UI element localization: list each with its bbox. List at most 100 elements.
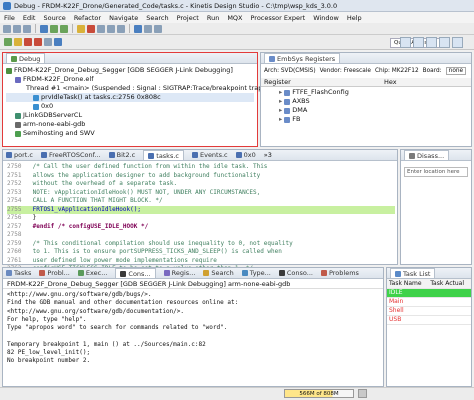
bottom-tab[interactable]: Tasks [6, 269, 31, 277]
bottom-tab[interactable]: Type... [241, 269, 271, 277]
view-icon [6, 270, 12, 276]
resume-icon[interactable] [77, 24, 85, 33]
menu-file[interactable]: File [4, 14, 15, 22]
board-select[interactable]: none [445, 67, 467, 75]
skip-breakpoints-icon[interactable] [4, 38, 12, 46]
disassembly-view: Disass... Enter location here [400, 149, 472, 265]
debug-tree-item[interactable]: 0x0 [6, 102, 254, 111]
launch-icon [6, 67, 12, 74]
expand-icon[interactable]: ▸ [279, 97, 282, 106]
disconnect-icon[interactable] [44, 38, 52, 46]
bottom-tab[interactable]: Search [203, 269, 234, 277]
perspective-pe-icon[interactable] [426, 37, 437, 48]
c-file-icon [148, 152, 155, 159]
editor-tab[interactable]: FreeRTOSConf... [40, 151, 101, 159]
perspective-java-icon[interactable] [439, 37, 450, 48]
terminate-icon[interactable] [87, 24, 95, 33]
tab-task-list[interactable]: Task List [390, 268, 436, 278]
console-output[interactable]: <http://www.gnu.org/software/gdb/bugs/>.… [3, 289, 383, 368]
memory-indicator[interactable]: 566M of 808M [284, 389, 354, 398]
col-register[interactable]: Register [264, 78, 384, 86]
bottom-tab[interactable]: Regis... [163, 269, 195, 277]
vendor-label[interactable]: Vendor: Freescale [320, 68, 371, 74]
arch-label[interactable]: Arch: SVD(CMSIS) [264, 68, 316, 74]
menu-navigate[interactable]: Navigate [109, 14, 138, 22]
step-over-icon[interactable] [107, 24, 115, 33]
bottom-tab[interactable]: Conso... [278, 269, 313, 277]
bottom-tab[interactable]: Exec... [77, 269, 107, 277]
menu-window[interactable]: Window [313, 14, 339, 22]
debug-tree-item[interactable]: JLinkGDBServerCL [6, 111, 254, 120]
step-into-icon[interactable] [97, 24, 105, 33]
editor-tab[interactable]: port.c [6, 151, 33, 159]
tab-embsys-registers[interactable]: EmbSys Registers [264, 53, 341, 63]
perspective-cc-icon[interactable] [400, 37, 411, 48]
navigate-forward-icon[interactable] [154, 24, 162, 33]
task-row[interactable]: Main [387, 297, 471, 307]
step-return-icon[interactable] [117, 24, 125, 33]
menu-refactor[interactable]: Refactor [74, 14, 101, 22]
expand-icon[interactable]: ▸ [279, 115, 282, 124]
expand-icon[interactable]: ▸ [279, 106, 282, 115]
suspend-icon[interactable] [24, 38, 32, 46]
garbage-collect-icon[interactable] [358, 389, 367, 398]
bottom-tab[interactable]: Probl... [39, 269, 70, 277]
build-icon[interactable] [40, 24, 48, 33]
expand-icon[interactable]: ▸ [279, 88, 282, 97]
task-status [428, 306, 471, 316]
code-area[interactable]: 2750 /* Call the user defined function f… [3, 161, 397, 274]
print-icon[interactable] [23, 24, 31, 33]
col-task-name[interactable]: Task Name [387, 279, 429, 289]
elf-icon [15, 76, 21, 83]
code-line: 2760 to 1. This is to ensure portSUPPRES… [7, 248, 395, 257]
new-icon[interactable] [3, 24, 11, 33]
location-input[interactable]: Enter location here [404, 167, 468, 177]
resume-debug-icon[interactable] [14, 38, 22, 46]
menu-processor-expert[interactable]: Processor Expert [251, 14, 306, 22]
registers-view: EmbSys Registers Arch: SVD(CMSIS) Vendor… [260, 52, 472, 147]
search-icon[interactable] [134, 24, 142, 33]
editor-tabs-overflow[interactable]: »3 [264, 151, 272, 159]
menu-mqx[interactable]: MQX [227, 14, 242, 22]
register-group[interactable]: ▸ FTFE_FlashConfig [279, 88, 468, 97]
col-task-status[interactable]: Task Actual [428, 279, 471, 289]
instruction-step-icon[interactable] [54, 38, 62, 46]
debug-tree-item[interactable]: FRDM-K22F_Drone_Debug_Segger [GDB SEGGER… [6, 66, 254, 75]
debug-icon[interactable] [50, 24, 58, 33]
menu-run[interactable]: Run [207, 14, 219, 22]
tab-disassembly[interactable]: Disass... [404, 150, 450, 160]
perspective-debug-icon[interactable] [413, 37, 424, 48]
console-line: For help, type "help". [7, 315, 87, 323]
stop-icon[interactable] [34, 38, 42, 46]
run-icon[interactable] [60, 24, 68, 33]
debug-tree-item[interactable]: Semihosting and SWV [6, 129, 254, 138]
chip-label[interactable]: Chip: MK22F12 [375, 68, 419, 74]
register-group[interactable]: ▸ FB [279, 115, 468, 124]
menu-source[interactable]: Source [43, 14, 65, 22]
editor-tab[interactable]: tasks.c [143, 150, 184, 160]
code-line: 2757 #endif /* configUSE_IDLE_HOOK */ [7, 223, 395, 232]
register-group[interactable]: ▸ AXBS [279, 97, 468, 106]
editor-tab[interactable]: Bit2.c [108, 151, 135, 159]
menu-edit[interactable]: Edit [23, 14, 36, 22]
menu-search[interactable]: Search [146, 14, 168, 22]
debug-tree-item[interactable]: Thread #1 <main> (Suspended : Signal : S… [6, 84, 265, 93]
menu-help[interactable]: Help [347, 14, 362, 22]
debug-tree-item[interactable]: prvIdleTask() at tasks.c:2756 0x808c [6, 93, 254, 102]
debug-tree-item[interactable]: arm-none-eabi-gdb [6, 120, 254, 129]
editor-tab[interactable]: 0x0 [235, 151, 256, 159]
tab-debug[interactable]: Debug [6, 53, 46, 63]
register-group[interactable]: ▸ DMA [279, 106, 468, 115]
navigate-back-icon[interactable] [144, 24, 152, 33]
save-icon[interactable] [13, 24, 21, 33]
task-row[interactable]: USB [387, 315, 471, 325]
menu-project[interactable]: Project [177, 14, 199, 22]
bottom-tab[interactable]: Problems [320, 269, 359, 277]
perspective-open-icon[interactable] [452, 37, 463, 48]
col-hex[interactable]: Hex [384, 78, 397, 86]
task-row[interactable]: IDLE [387, 288, 471, 298]
debug-tree-item[interactable]: FRDM-K22F_Drone.elf [6, 75, 254, 84]
editor-tab[interactable]: Events.c [191, 151, 228, 159]
task-row[interactable]: Shell [387, 306, 471, 316]
bottom-tab[interactable]: Cons... [115, 268, 156, 278]
